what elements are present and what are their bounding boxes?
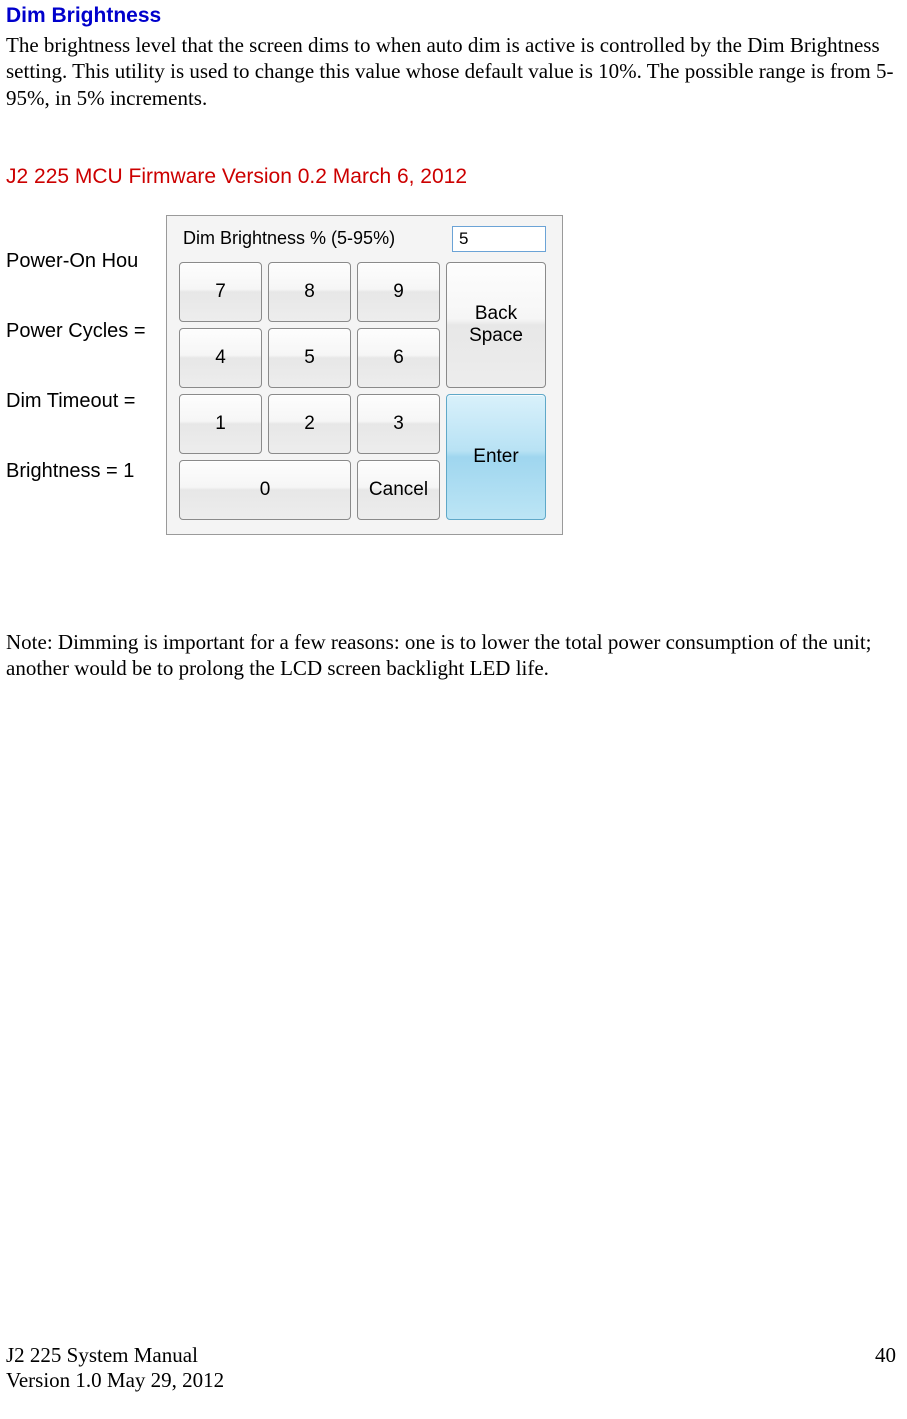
- figure-screenshot: J2 225 MCU Firmware Version 0.2 March 6,…: [6, 165, 897, 575]
- key-enter[interactable]: Enter: [446, 394, 546, 520]
- firmware-version-text: J2 225 MCU Firmware Version 0.2 March 6,…: [6, 165, 897, 189]
- footer-manual-name: J2 225 System Manual: [6, 1343, 198, 1368]
- bg-label-dim-timeout: Dim Timeout =: [6, 391, 146, 411]
- key-1[interactable]: 1: [179, 394, 262, 454]
- bg-label-power-cycles: Power Cycles =: [6, 321, 146, 341]
- key-backspace[interactable]: Back Space: [446, 262, 546, 388]
- keypad-dialog: Dim Brightness % (5-95%) 7 8 9 Back Spac…: [166, 215, 563, 535]
- key-0[interactable]: 0: [179, 460, 351, 520]
- section-heading: Dim Brightness: [6, 4, 897, 28]
- key-4[interactable]: 4: [179, 328, 262, 388]
- key-2[interactable]: 2: [268, 394, 351, 454]
- key-8[interactable]: 8: [268, 262, 351, 322]
- page-footer: J2 225 System Manual 40 Version 1.0 May …: [6, 1343, 896, 1393]
- key-3[interactable]: 3: [357, 394, 440, 454]
- dim-brightness-input[interactable]: [452, 226, 546, 252]
- key-6[interactable]: 6: [357, 328, 440, 388]
- note-paragraph: Note: Dimming is important for a few rea…: [6, 629, 897, 682]
- footer-version: Version 1.0 May 29, 2012: [6, 1368, 896, 1393]
- keypad-prompt-label: Dim Brightness % (5-95%): [183, 228, 395, 249]
- bg-label-power-on-hours: Power-On Hou: [6, 251, 146, 271]
- key-9[interactable]: 9: [357, 262, 440, 322]
- keypad-grid: 7 8 9 Back Space 4 5 6 1 2 3 Enter 0 Can…: [179, 262, 550, 520]
- bg-label-brightness: Brightness = 1: [6, 461, 146, 481]
- footer-page-number: 40: [875, 1343, 896, 1368]
- key-5[interactable]: 5: [268, 328, 351, 388]
- key-7[interactable]: 7: [179, 262, 262, 322]
- background-labels: Power-On Hou Power Cycles = Dim Timeout …: [6, 251, 146, 531]
- key-cancel[interactable]: Cancel: [357, 460, 440, 520]
- paragraph-intro: The brightness level that the screen dim…: [6, 32, 897, 111]
